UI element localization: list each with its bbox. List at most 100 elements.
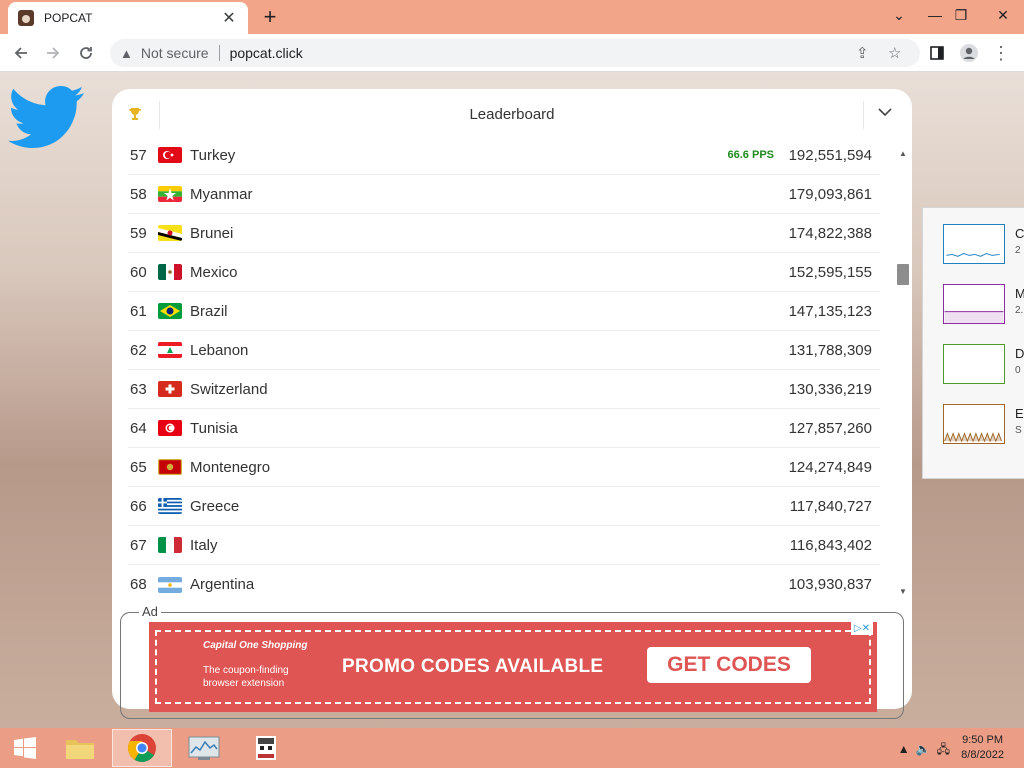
monitor-label: M	[1015, 286, 1024, 301]
tab-strip: POPCAT ✕ + ⌄ — ❐ ✕	[0, 0, 1024, 34]
resource-monitor-icon	[188, 736, 220, 760]
share-icon[interactable]: ⇪	[856, 44, 869, 62]
row-country: Mexico	[190, 263, 238, 281]
row-score: 103,930,837	[788, 576, 872, 593]
monitor-graph[interactable]	[943, 284, 1005, 324]
taskbar: ▲🔈🖧 9:50 PM 8/8/2022	[0, 728, 1024, 768]
pixel-character-icon	[256, 736, 276, 760]
row-country: Greece	[190, 497, 240, 515]
row-country: Myanmar	[190, 185, 253, 203]
tunisia-flag-icon	[158, 420, 182, 436]
row-rank: 58	[130, 185, 147, 203]
reload-icon	[80, 47, 92, 59]
row-rank: 62	[130, 341, 147, 359]
address-bar[interactable]: ▲ Not secure popcat.click ⇪ ☆	[110, 39, 920, 67]
row-rank: 66	[130, 497, 147, 515]
ad-banner[interactable]: Capital One Shopping The coupon-finding …	[149, 622, 877, 712]
monitor-graph[interactable]	[943, 224, 1005, 264]
taskbar-chrome[interactable]	[112, 729, 172, 767]
row-rank: 61	[130, 302, 147, 320]
brunei-flag-icon	[158, 225, 182, 241]
tab-search-icon[interactable]: ⌄	[882, 0, 916, 30]
profile-button[interactable]	[956, 40, 982, 66]
row-pps: 66.6 PPS	[727, 149, 774, 161]
row-country: Montenegro	[190, 458, 271, 476]
new-tab-button[interactable]: +	[258, 4, 282, 30]
row-rank: 59	[130, 224, 147, 242]
browser-toolbar: ▲ Not secure popcat.click ⇪ ☆ ⋮	[0, 34, 1024, 72]
taskbar-clock[interactable]: 9:50 PM 8/8/2022	[961, 733, 1004, 763]
row-country: Lebanon	[190, 341, 249, 359]
tab-title: POPCAT	[44, 11, 93, 25]
row-rank: 64	[130, 419, 147, 437]
row-score: 152,595,155	[788, 263, 872, 281]
not-secure-label[interactable]: Not secure	[141, 45, 209, 61]
side-panel-button[interactable]	[924, 40, 950, 66]
leaderboard-row: 63 Switzerland 130,336,219	[128, 370, 880, 409]
monitor-sub: 2.	[1015, 305, 1024, 316]
taskbar-resource-monitor[interactable]	[174, 729, 234, 767]
taskbar-app-pixel[interactable]	[236, 729, 296, 767]
reload-button[interactable]	[73, 40, 99, 66]
get-codes-button[interactable]: GET CODES	[647, 647, 811, 683]
myanmar-flag-icon	[158, 186, 182, 202]
leaderboard-row: 67 Italy 116,843,402	[128, 526, 880, 565]
row-rank: 67	[130, 536, 147, 554]
monitor-sub: S	[1015, 425, 1022, 436]
chrome-icon	[128, 734, 156, 762]
row-rank: 60	[130, 263, 147, 281]
scroll-up-arrow-icon[interactable]: ▲	[899, 149, 907, 158]
row-score: 174,822,388	[788, 224, 872, 242]
taskbar-file-explorer[interactable]	[50, 729, 110, 767]
menu-kebab-icon[interactable]: ⋮	[988, 40, 1014, 66]
twitter-bird-icon[interactable]	[8, 86, 86, 150]
bookmark-star-icon[interactable]: ☆	[888, 44, 901, 62]
scrollbar-thumb[interactable]	[897, 264, 909, 285]
monitor-sub: 0	[1015, 365, 1021, 376]
leaderboard-header[interactable]: Leaderboard	[112, 89, 912, 141]
argentina-flag-icon	[158, 576, 182, 593]
system-tray-icons[interactable]: ▲🔈🖧	[898, 740, 956, 761]
profile-avatar-icon	[960, 44, 978, 62]
restore-button[interactable]: ❐	[944, 0, 978, 30]
row-score: 192,551,594	[788, 146, 872, 164]
back-button[interactable]	[8, 40, 34, 66]
url-text[interactable]: popcat.click	[230, 45, 303, 61]
monitor-graph[interactable]	[943, 404, 1005, 444]
turkey-flag-icon	[158, 147, 182, 163]
row-country: Italy	[190, 536, 218, 554]
italy-flag-icon	[158, 537, 182, 553]
leaderboard-row: 57 Turkey 66.6 PPS 192,551,594	[128, 136, 880, 175]
start-button[interactable]	[0, 728, 50, 768]
brazil-flag-icon	[158, 303, 182, 319]
clock-time: 9:50 PM	[962, 734, 1004, 746]
leaderboard-row: 58 Myanmar 179,093,861	[128, 175, 880, 214]
mexico-flag-icon	[158, 264, 182, 280]
forward-button[interactable]	[40, 40, 66, 66]
chevron-down-icon[interactable]	[878, 105, 892, 119]
row-score: 131,788,309	[788, 341, 872, 359]
tab-popcat[interactable]: POPCAT ✕	[8, 2, 248, 34]
row-rank: 68	[130, 576, 147, 593]
monitor-label: E	[1015, 406, 1024, 421]
scroll-down-arrow-icon[interactable]: ▼	[899, 587, 907, 596]
ad-headline: PROMO CODES AVAILABLE	[342, 656, 604, 677]
close-tab-icon[interactable]: ✕	[220, 8, 238, 28]
adchoices-icon[interactable]: ▷✕	[850, 622, 873, 635]
monitor-label: D	[1015, 346, 1024, 361]
side-panel-icon	[930, 46, 944, 60]
row-score: 117,840,727	[789, 497, 872, 515]
monitor-graph[interactable]	[943, 344, 1005, 384]
leaderboard-list: 57 Turkey 66.6 PPS 192,551,594 58 Myanmar 179,…	[128, 136, 880, 604]
row-score: 147,135,123	[788, 302, 872, 320]
leaderboard-title: Leaderboard	[469, 106, 555, 123]
leaderboard-row: 62 Lebanon 131,788,309	[128, 331, 880, 370]
greece-flag-icon	[158, 498, 182, 514]
row-rank: 57	[130, 146, 147, 164]
windows-logo-icon	[14, 737, 36, 759]
leaderboard-row: 64 Tunisia 127,857,260	[128, 409, 880, 448]
back-arrow-icon	[14, 47, 27, 59]
close-window-button[interactable]: ✕	[986, 0, 1020, 30]
row-score: 127,857,260	[788, 419, 872, 437]
omnibox-divider	[218, 45, 220, 61]
